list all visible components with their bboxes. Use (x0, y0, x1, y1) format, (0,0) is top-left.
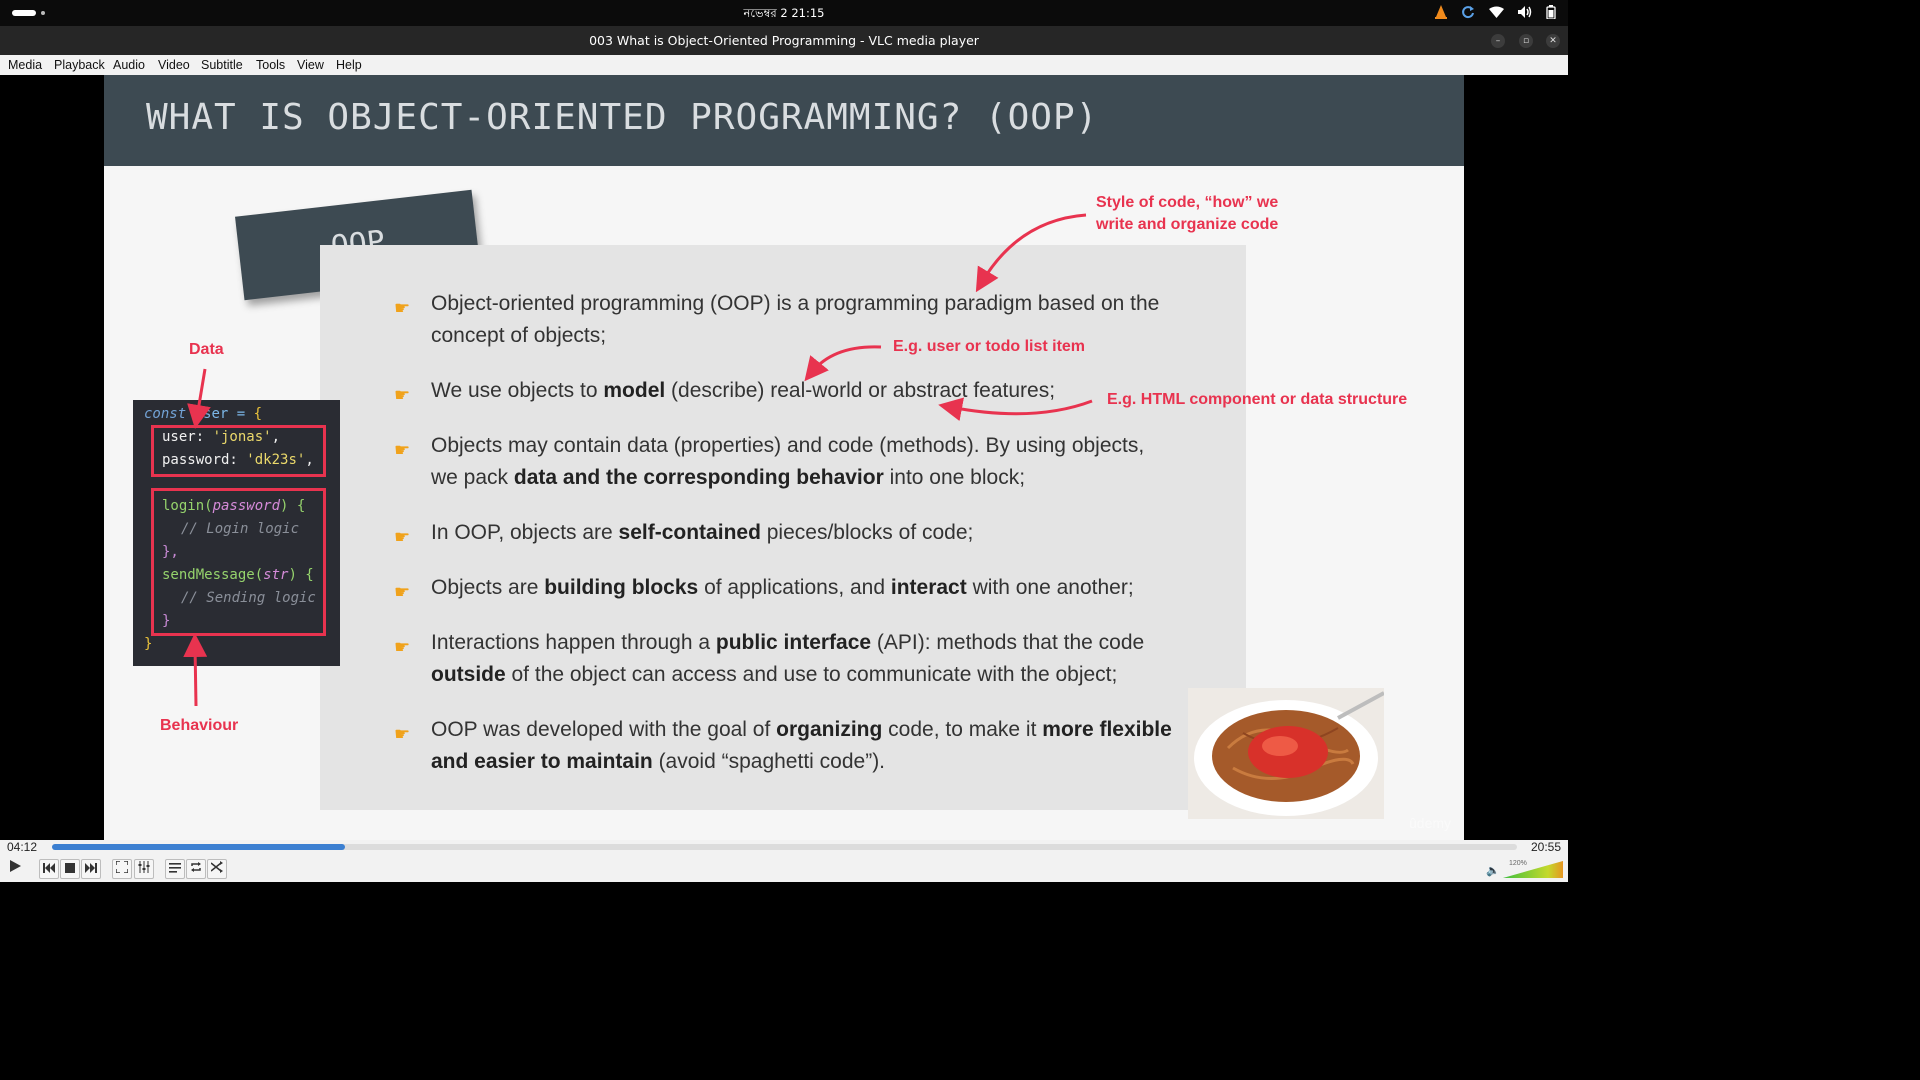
wifi-icon[interactable] (1489, 6, 1504, 21)
window-title: 003 What is Object-Oriented Programming … (589, 33, 979, 48)
menu-help[interactable]: Help (336, 58, 362, 72)
menu-bar: Media Playback Audio Video Subtitle Tool… (0, 55, 1568, 75)
play-button[interactable] (4, 859, 26, 879)
menu-video[interactable]: Video (158, 58, 190, 72)
stop-button[interactable] (60, 859, 80, 879)
annotation-arrows (183, 213, 1093, 707)
arrow-style (975, 213, 1087, 293)
minimize-button[interactable]: – (1491, 34, 1505, 48)
vlc-icon[interactable] (1435, 4, 1447, 22)
restore-button[interactable]: ▫ (1519, 34, 1533, 48)
menu-media[interactable]: Media (8, 58, 42, 72)
lecture-slide: WHAT IS OBJECT-ORIENTED PROGRAMMING? (OO… (104, 75, 1464, 840)
seek-bar-row: 04:12 20:55 (0, 840, 1568, 856)
refresh-icon[interactable] (1461, 5, 1475, 22)
close-button[interactable]: ✕ (1546, 34, 1560, 48)
seek-slider[interactable] (52, 844, 1517, 850)
arrow-example-item (804, 345, 882, 382)
playback-controls: 🔈 120% (0, 856, 1568, 882)
clock[interactable]: নভেম্বর 2 21:15 (0, 5, 1568, 24)
system-top-bar: নভেম্বর 2 21:15 (0, 0, 1568, 26)
system-tray[interactable] (1435, 4, 1556, 22)
arrow-behaviour (183, 633, 208, 707)
loop-button[interactable] (186, 859, 206, 879)
window-titlebar[interactable]: 003 What is Object-Oriented Programming … (0, 26, 1568, 55)
menu-view[interactable]: View (297, 58, 324, 72)
seek-progress (52, 844, 345, 850)
menu-tools[interactable]: Tools (256, 58, 285, 72)
video-surface[interactable]: WHAT IS OBJECT-ORIENTED PROGRAMMING? (OO… (0, 75, 1568, 840)
battery-icon[interactable] (1546, 4, 1556, 22)
total-time[interactable]: 20:55 (1531, 840, 1561, 854)
arrow-example-html (938, 397, 1093, 422)
playlist-button[interactable] (165, 859, 185, 879)
current-time[interactable]: 04:12 (7, 840, 37, 854)
shuffle-button[interactable] (207, 859, 227, 879)
volume-percent: 120% (1509, 860, 1527, 867)
arrow-data (187, 368, 211, 429)
menu-audio[interactable]: Audio (113, 58, 145, 72)
volume-icon[interactable] (1518, 5, 1532, 21)
menu-subtitle[interactable]: Subtitle (201, 58, 243, 72)
volume-icon[interactable]: 🔈 (1486, 864, 1500, 877)
fullscreen-button[interactable] (112, 859, 132, 879)
next-button[interactable] (81, 859, 101, 879)
previous-button[interactable] (39, 859, 59, 879)
menu-playback[interactable]: Playback (54, 58, 105, 72)
extended-settings-button[interactable] (134, 859, 154, 879)
